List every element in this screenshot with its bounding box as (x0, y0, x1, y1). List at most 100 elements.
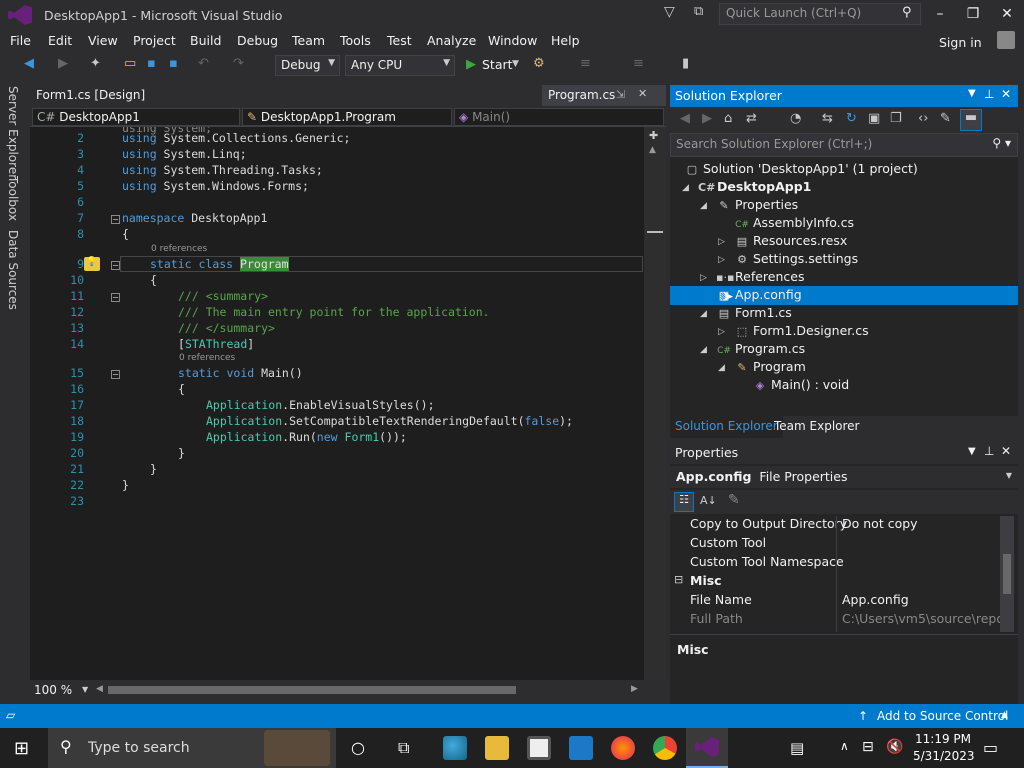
menu-analyze[interactable]: Analyze (427, 33, 476, 48)
property-row[interactable]: Custom Tool (670, 535, 998, 554)
menu-help[interactable]: Help (551, 33, 580, 48)
mail-icon[interactable] (569, 736, 593, 760)
close-tab-icon[interactable]: ✕ (638, 87, 647, 100)
pin-icon[interactable]: ⊥ (984, 87, 994, 101)
collapsed-arrow-icon[interactable]: ▷ (700, 273, 707, 283)
sync-with-document-icon[interactable]: ⇆ (822, 111, 833, 126)
visual-studio-taskbar-button[interactable] (686, 728, 728, 768)
chrome-icon[interactable] (653, 736, 677, 760)
pending-changes-filter-icon[interactable]: ◔ (790, 111, 801, 126)
expanded-arrow-icon[interactable]: ◢ (700, 345, 707, 355)
start-play-icon[interactable]: ▶ (466, 57, 476, 72)
type-dropdown[interactable]: ✎ DesktopApp1.Program (242, 108, 452, 126)
view-code-icon[interactable]: ‹› (918, 111, 928, 126)
menu-window[interactable]: Window (488, 33, 537, 48)
panel-options-icon[interactable]: ▼ (968, 446, 976, 457)
sign-in-link[interactable]: Sign in (939, 35, 982, 50)
news-widget-icon[interactable]: ▤ (790, 739, 804, 757)
close-button[interactable]: ✕ (997, 6, 1017, 22)
maximize-button[interactable]: ❐ (963, 6, 983, 22)
toolbox-tab[interactable]: Toolbox (6, 176, 20, 221)
property-value[interactable]: Do not copy (842, 516, 1000, 531)
tree-form1[interactable]: ▤ Form1.cs (716, 305, 792, 323)
menu-edit[interactable]: Edit (48, 33, 72, 48)
network-icon[interactable]: ⊟ (862, 739, 874, 755)
project-dropdown[interactable]: C# DesktopApp1 (32, 108, 240, 126)
minimize-button[interactable]: – (930, 6, 950, 22)
tree-program-class[interactable]: ✎ Program (734, 359, 805, 377)
menu-tools[interactable]: Tools (340, 33, 371, 48)
collapse-category-icon[interactable]: ⊟ (674, 573, 683, 586)
tree-main-method[interactable]: ◈ Main() : void (752, 377, 849, 395)
scroll-left-icon[interactable]: ◀ (96, 684, 103, 694)
collapse-all-icon[interactable]: ▣ (868, 111, 880, 126)
quick-launch-input[interactable]: Quick Launch (Ctrl+Q) (719, 3, 921, 25)
edge-icon[interactable] (443, 736, 467, 760)
tree-settings[interactable]: ⚙ Settings.settings (734, 251, 858, 269)
menu-build[interactable]: Build (190, 33, 221, 48)
volume-muted-icon[interactable]: 🔇 (886, 739, 903, 755)
navigate-back-icon[interactable]: ◀ (24, 56, 34, 71)
switch-views-icon[interactable]: ⇄ (746, 111, 757, 126)
pin-icon[interactable]: ⊥ (984, 444, 994, 458)
attach-process-icon[interactable]: ⚙ (533, 56, 545, 71)
notifications-icon[interactable]: ▭ (983, 738, 998, 757)
preview-selected-items-icon[interactable]: ▬ (960, 109, 982, 131)
codelens-references[interactable]: 0 references (151, 244, 207, 254)
bookmark-icon[interactable]: ▮ (682, 56, 689, 71)
scroll-right-icon[interactable]: ▶ (631, 684, 638, 694)
open-file-icon[interactable]: ▭ (124, 56, 136, 71)
split-editor-icon[interactable]: ✚ (649, 129, 658, 142)
save-icon[interactable]: ▪ (147, 56, 156, 71)
property-row[interactable]: Full Path C:\Users\vm5\source\repos\D (670, 611, 1000, 630)
expanded-arrow-icon[interactable]: ◢ (718, 363, 725, 373)
close-panel-icon[interactable]: ✕ (1001, 87, 1011, 101)
zoom-dropdown-icon[interactable]: ▼ (82, 685, 88, 694)
menu-debug[interactable]: Debug (237, 33, 278, 48)
back-icon[interactable]: ◀ (680, 111, 690, 126)
categorized-view-icon[interactable]: ☷ (674, 492, 694, 512)
close-panel-icon[interactable]: ✕ (1001, 444, 1011, 458)
solution-configuration-dropdown[interactable]: Debug ▼ (275, 55, 340, 76)
collapsed-arrow-icon[interactable]: ▷ (718, 237, 725, 247)
collapsed-arrow-icon[interactable]: ▷ (718, 255, 725, 265)
properties-scrollbar[interactable] (1000, 516, 1014, 632)
property-value[interactable]: C:\Users\vm5\source\repos\D (842, 611, 1000, 626)
collapse-icon[interactable]: − (111, 293, 120, 302)
tab-team-explorer[interactable]: Team Explorer (774, 419, 860, 433)
menu-project[interactable]: Project (133, 33, 176, 48)
store-icon[interactable] (527, 736, 551, 760)
tab-form1-design[interactable]: Form1.cs [Design] (30, 85, 151, 106)
scrollbar-thumb[interactable] (1003, 554, 1011, 594)
tree-assemblyinfo[interactable]: C# AssemblyInfo.cs (734, 215, 854, 233)
menu-test[interactable]: Test (387, 33, 412, 48)
property-row[interactable]: Copy to Output Directory Do not copy (670, 516, 998, 535)
collapse-icon[interactable]: − (111, 261, 120, 270)
solution-search-input[interactable]: Search Solution Explorer (Ctrl+;) ⚲ ▾ (670, 133, 1018, 157)
properties-wrench-icon[interactable]: ✎ (940, 111, 951, 126)
firefox-icon[interactable] (611, 736, 635, 760)
clock-time[interactable]: 11:19 PM (915, 732, 971, 746)
tab-solution-explorer[interactable]: Solution Explorer (670, 416, 783, 438)
home-icon[interactable]: ⌂ (724, 111, 732, 126)
expanded-arrow-icon[interactable]: ◢ (700, 201, 707, 211)
codelens-references[interactable]: 0 references (179, 353, 235, 363)
feedback-filter-icon[interactable]: ▽ (664, 4, 675, 20)
windows-start-icon[interactable]: ⊞ (14, 738, 29, 759)
horizontal-scrollbar-thumb[interactable] (108, 686, 516, 694)
property-category-misc[interactable]: ⊟ Misc (670, 573, 998, 592)
data-sources-tab[interactable]: Data Sources (6, 230, 20, 310)
clock-date[interactable]: 5/31/2023 (913, 749, 975, 763)
keep-open-icon[interactable]: ⇲ (616, 88, 625, 101)
tree-form1-designer[interactable]: ⬚ Form1.Designer.cs (734, 323, 869, 341)
tab-program-cs-preview[interactable]: Program.cs ⇲ ✕ (542, 85, 666, 106)
task-view-icon[interactable]: ⧉ (398, 738, 409, 758)
tree-references[interactable]: ▪·▪References (716, 269, 804, 287)
account-avatar-icon[interactable] (997, 31, 1015, 49)
member-dropdown[interactable]: ◈ Main() (454, 108, 664, 126)
forward-icon[interactable]: ▶ (702, 111, 712, 126)
start-button[interactable]: Start (482, 57, 513, 72)
solution-platform-dropdown[interactable]: Any CPU ▼ (345, 55, 455, 76)
refresh-icon[interactable]: ↻ (846, 111, 857, 126)
new-project-icon[interactable]: ✦ (90, 56, 101, 71)
